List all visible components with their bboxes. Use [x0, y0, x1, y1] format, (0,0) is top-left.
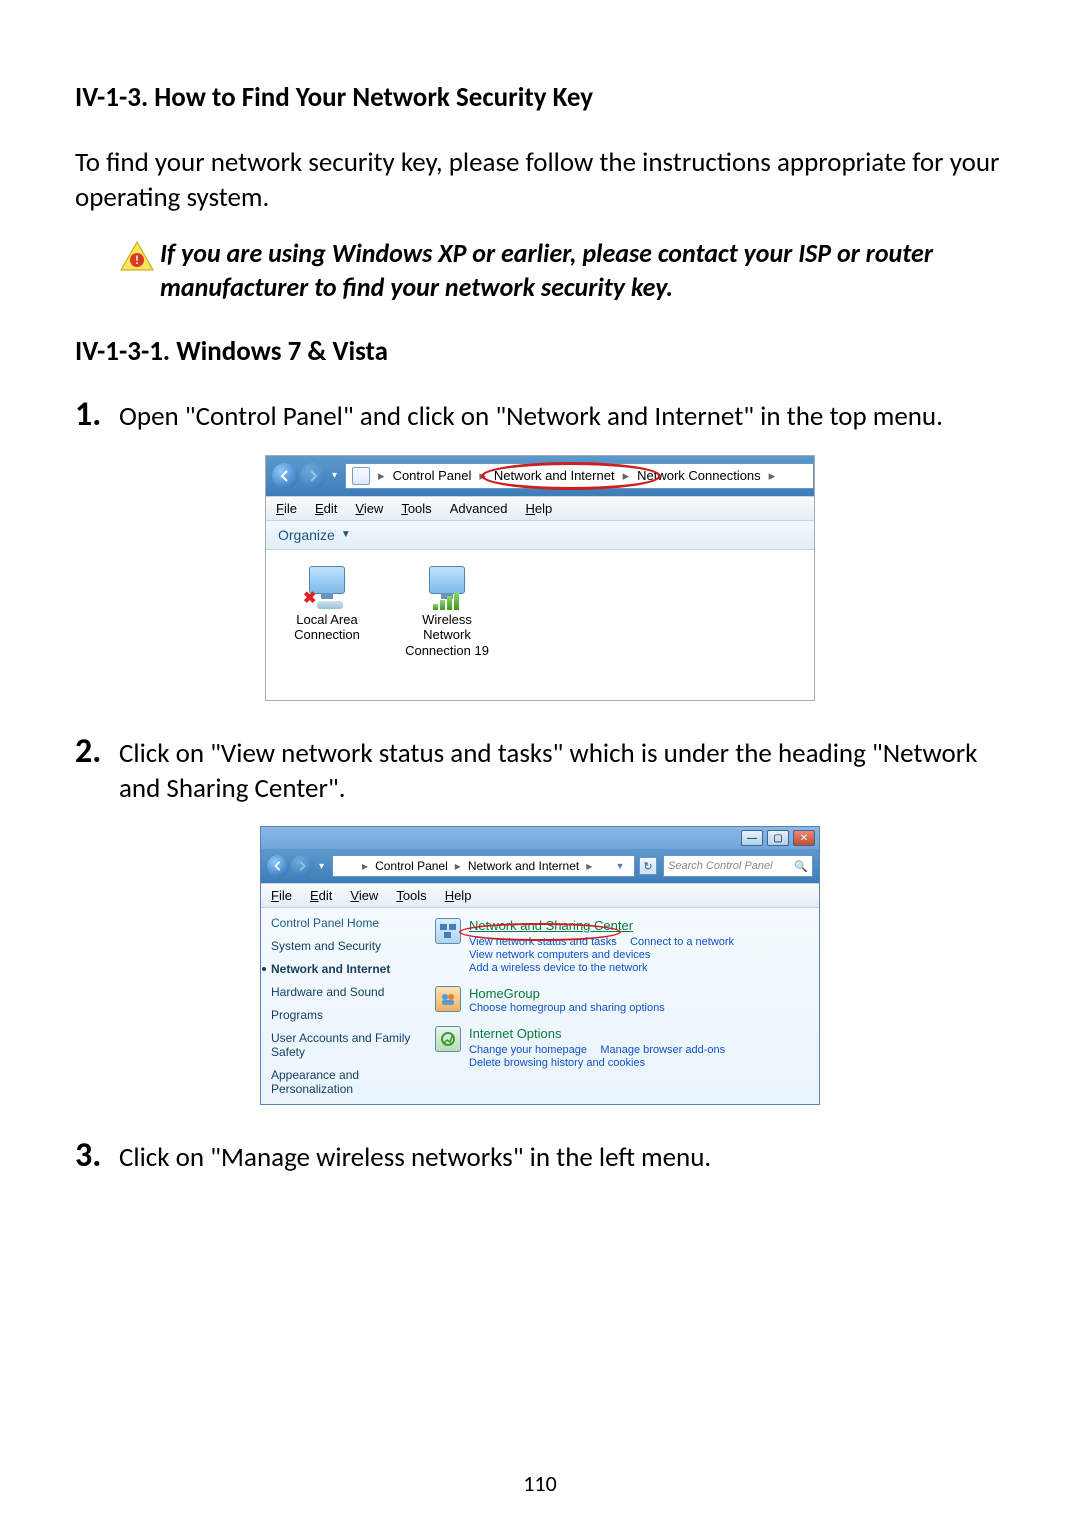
step-text: Click on "Manage wireless networks" in t… [115, 1140, 711, 1175]
breadcrumb-separator-icon: ▸ [455, 859, 461, 873]
breadcrumb-separator-icon: ▸ [362, 859, 368, 873]
menu-help[interactable]: Help [445, 888, 472, 903]
chevron-down-icon[interactable]: ▼ [341, 529, 351, 540]
history-dropdown-icon[interactable]: ▾ [332, 470, 337, 481]
maximize-button[interactable]: ▢ [767, 830, 789, 846]
link-view-network-computers[interactable]: View network computers and devices [469, 949, 734, 961]
category-title[interactable]: Internet Options [469, 1026, 725, 1041]
breadcrumb-part[interactable]: Network and Internet [468, 859, 579, 873]
window-title-bar: — ▢ ✕ [261, 827, 819, 849]
history-dropdown-icon[interactable]: ▾ [319, 861, 324, 872]
breadcrumb-separator-icon: ▸ [586, 859, 592, 873]
section-heading: IV-1-3. How to Find Your Network Securit… [75, 80, 1005, 115]
nav-bar: ▾ ▸ Control Panel ▸ Network and Internet… [261, 849, 819, 883]
search-placeholder: Search Control Panel [668, 860, 773, 872]
menu-view[interactable]: View [350, 888, 378, 903]
organize-button[interactable]: Organize [278, 527, 335, 543]
link-delete-history[interactable]: Delete browsing history and cookies [469, 1057, 725, 1069]
breadcrumb-part[interactable]: Control Panel [375, 859, 448, 873]
content-area: ✖ Local Area Connection Wireless Network… [266, 550, 814, 700]
minimize-button[interactable]: — [741, 830, 763, 846]
screenshot-network-connections: ▾ ▸ Control Panel ▸ Network and Internet… [265, 455, 815, 701]
menu-help[interactable]: Help [526, 501, 553, 516]
breadcrumb-separator-icon: ▸ [769, 468, 776, 484]
warning-text: If you are using Windows XP or earlier, … [160, 237, 960, 305]
link-homegroup-options[interactable]: Choose homegroup and sharing options [469, 1002, 665, 1014]
document-page: IV-1-3. How to Find Your Network Securit… [0, 0, 1080, 1527]
sidebar-item-programs[interactable]: Programs [271, 1008, 421, 1022]
control-panel-icon [352, 467, 370, 485]
back-button[interactable] [267, 855, 289, 877]
highlight-ellipse [481, 462, 661, 490]
link-add-wireless-device[interactable]: Add a wireless device to the network [469, 962, 734, 974]
note-block: ! If you are using Windows XP or earlier… [120, 237, 960, 305]
step-2: 2. Click on "View network status and tas… [75, 731, 1005, 806]
item-label: Wireless Network Connection 19 [402, 612, 492, 659]
step-3: 3. Click on "Manage wireless networks" i… [75, 1135, 1005, 1176]
step-number: 3. [75, 1135, 115, 1176]
link-connect-to-network[interactable]: Connect to a network [630, 936, 734, 948]
category-homegroup: HomeGroup Choose homegroup and sharing o… [435, 986, 809, 1014]
homegroup-icon [435, 986, 461, 1012]
menu-edit[interactable]: Edit [310, 888, 332, 903]
back-button[interactable] [272, 463, 298, 489]
search-input[interactable]: Search Control Panel 🔍 [663, 855, 813, 877]
network-sharing-icon [435, 918, 461, 944]
subsection-heading: IV-1-3-1. Windows 7 & Vista [75, 335, 1005, 368]
menu-tools[interactable]: Tools [396, 888, 426, 903]
sidebar-item-network-internet[interactable]: Network and Internet [271, 962, 421, 976]
highlight-ellipse [459, 923, 621, 941]
address-bar[interactable]: ▸ Control Panel ▸ Network and Internet ▸… [332, 855, 635, 877]
forward-button[interactable] [291, 855, 313, 877]
step-1: 1. Open "Control Panel" and click on "Ne… [75, 394, 1005, 435]
step-text: Click on "View network status and tasks"… [115, 736, 1005, 806]
link-manage-addons[interactable]: Manage browser add-ons [600, 1044, 725, 1056]
menu-file[interactable]: File [271, 888, 292, 903]
category-title[interactable]: HomeGroup [469, 986, 665, 1001]
menu-edit[interactable]: Edit [315, 501, 337, 516]
category-internet-options: Internet Options Change your homepage Ma… [435, 1026, 809, 1069]
search-icon[interactable]: 🔍 [794, 860, 808, 873]
sidebar-item-appearance[interactable]: Appearance and Personalization [271, 1068, 421, 1096]
menu-file[interactable]: File [276, 501, 297, 516]
close-button[interactable]: ✕ [793, 830, 815, 846]
disconnected-icon: ✖ [303, 589, 316, 608]
menu-bar: File Edit View Tools Advanced Help [266, 496, 814, 521]
sidebar: Control Panel Home System and Security N… [261, 908, 431, 1104]
warning-icon: ! [120, 241, 154, 271]
intro-text: To find your network security key, pleas… [75, 145, 1005, 215]
screenshot-network-and-internet: — ▢ ✕ ▾ ▸ Control Panel ▸ Network and In… [260, 826, 820, 1105]
toolbar: Organize ▼ [266, 521, 814, 550]
internet-options-icon [435, 1026, 461, 1052]
menu-view[interactable]: View [355, 501, 383, 516]
refresh-button[interactable]: ↻ [639, 857, 657, 875]
menu-bar: File Edit View Tools Help [261, 883, 819, 908]
link-change-homepage[interactable]: Change your homepage [469, 1044, 587, 1056]
local-area-connection-item[interactable]: ✖ Local Area Connection [282, 566, 372, 684]
step-text: Open "Control Panel" and click on "Netwo… [115, 399, 943, 434]
wireless-connection-item[interactable]: Wireless Network Connection 19 [402, 566, 492, 684]
step-number: 2. [75, 731, 115, 772]
page-number: 110 [0, 1470, 1080, 1497]
address-dropdown-icon[interactable]: ▼ [612, 861, 628, 871]
forward-button[interactable] [300, 463, 326, 489]
body-area: Control Panel Home System and Security N… [261, 908, 819, 1104]
menu-tools[interactable]: Tools [401, 501, 431, 516]
main-area: Network and Sharing Center View network … [431, 908, 819, 1104]
item-label: Local Area Connection [282, 612, 372, 643]
breadcrumb-part[interactable]: Control Panel [393, 468, 472, 483]
sidebar-item-home[interactable]: Control Panel Home [271, 916, 421, 930]
menu-advanced[interactable]: Advanced [450, 501, 508, 516]
sidebar-item-system-security[interactable]: System and Security [271, 939, 421, 953]
lan-icon: ✖ [303, 566, 351, 612]
svg-text:!: ! [135, 254, 139, 268]
breadcrumb-separator-icon: ▸ [378, 468, 385, 484]
control-panel-icon [339, 858, 355, 874]
sidebar-item-user-accounts[interactable]: User Accounts and Family Safety [271, 1031, 421, 1059]
wlan-icon [423, 566, 471, 612]
sidebar-item-hardware-sound[interactable]: Hardware and Sound [271, 985, 421, 999]
step-number: 1. [75, 394, 115, 435]
